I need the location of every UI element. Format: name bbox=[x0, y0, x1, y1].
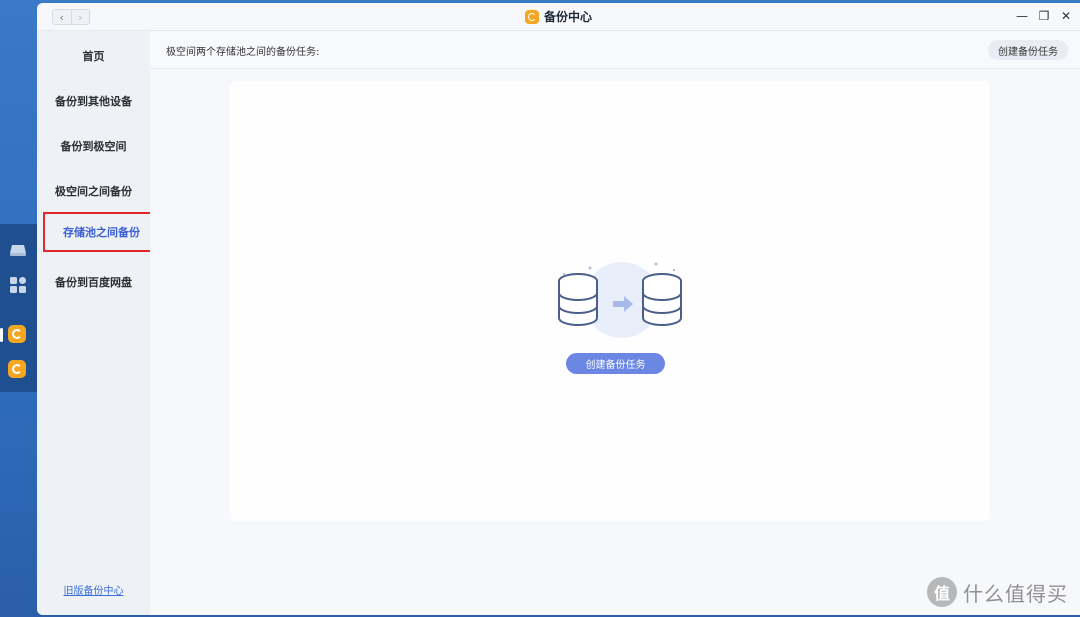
drive-icon[interactable] bbox=[8, 240, 28, 260]
backup-app-icon[interactable] bbox=[0, 325, 28, 345]
apps-grid-icon[interactable] bbox=[8, 275, 28, 295]
sidebar-item-backup-to-other-device[interactable]: 备份到其他设备 bbox=[37, 86, 150, 116]
restore-button[interactable]: ❐ bbox=[1038, 9, 1050, 23]
storage-pool-transfer-illustration bbox=[558, 256, 688, 346]
watermark-badge: 值 bbox=[927, 577, 957, 607]
title-bar: ‹ › 备份中心 — ❐ ✕ bbox=[37, 3, 1080, 31]
page-description: 极空间两个存储池之间的备份任务: bbox=[166, 47, 320, 58]
backup-app-icon-secondary[interactable] bbox=[8, 360, 28, 380]
sidebar-item-backup-to-zspace[interactable]: 备份到极空间 bbox=[37, 131, 150, 161]
backup-center-window: ‹ › 备份中心 — ❐ ✕ 首页 备份到其他设备 备份到极空间 极空间之间备份… bbox=[37, 3, 1080, 615]
main-header: 极空间两个存储池之间的备份任务: 创建备份任务 bbox=[150, 31, 1080, 69]
desktop-dock bbox=[0, 224, 37, 392]
window-title: 备份中心 bbox=[37, 8, 1080, 25]
main-content: 极空间两个存储池之间的备份任务: 创建备份任务 创建备份任务 bbox=[150, 31, 1080, 615]
create-backup-task-button[interactable]: 创建备份任务 bbox=[566, 353, 665, 374]
window-controls: — ❐ ✕ bbox=[1016, 9, 1072, 23]
window-title-text: 备份中心 bbox=[543, 10, 592, 24]
backup-center-icon bbox=[524, 9, 539, 24]
minimize-button[interactable]: — bbox=[1016, 9, 1028, 23]
close-button[interactable]: ✕ bbox=[1060, 9, 1072, 23]
sidebar-item-between-storage-pools[interactable]: 存储池之间备份 bbox=[43, 212, 160, 252]
sidebar-item-between-zspace[interactable]: 极空间之间备份 bbox=[37, 176, 150, 206]
watermark: 值 什么值得买 bbox=[927, 577, 1068, 607]
watermark-text: 什么值得买 bbox=[963, 581, 1068, 606]
sidebar-item-backup-to-baidu[interactable]: 备份到百度网盘 bbox=[37, 267, 150, 297]
legacy-backup-center-link[interactable]: 旧版备份中心 bbox=[37, 582, 150, 597]
sidebar-item-home[interactable]: 首页 bbox=[37, 41, 150, 71]
sidebar: 首页 备份到其他设备 备份到极空间 极空间之间备份 存储池之间备份 备份到百度网… bbox=[37, 31, 160, 615]
create-backup-task-button-top[interactable]: 创建备份任务 bbox=[988, 40, 1068, 60]
